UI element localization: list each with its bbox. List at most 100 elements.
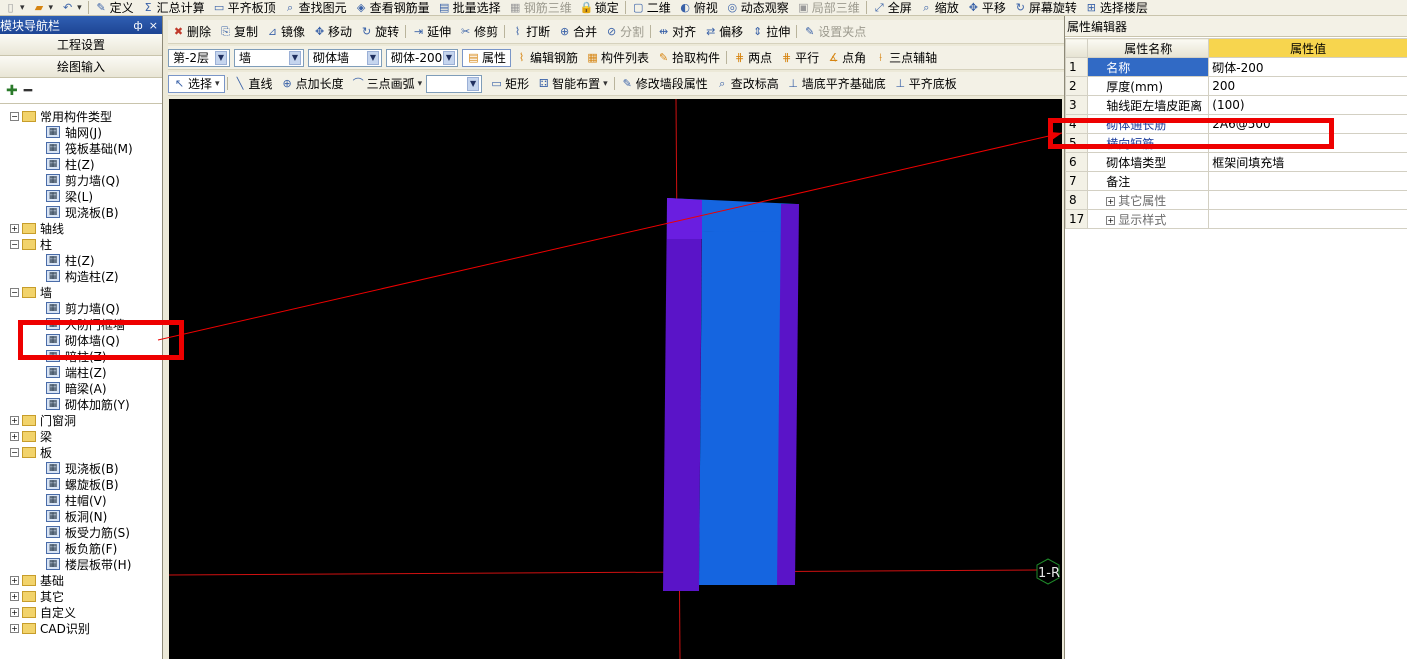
- expand-all-icon[interactable]: ✚: [6, 83, 18, 99]
- expand-icon[interactable]: +: [10, 431, 19, 441]
- shape-select[interactable]: ▼: [426, 74, 483, 93]
- tree-item[interactable]: ▦ 轴网(J): [0, 124, 162, 140]
- dropdown-arrow-icon[interactable]: ▾: [603, 79, 608, 89]
- draw-tool-7[interactable]: ⊥ 墙底平齐基础底: [783, 76, 890, 92]
- new-file-button[interactable]: ▯ ▾: [0, 0, 29, 15]
- edit-tool-5[interactable]: ⇥ 延伸: [408, 24, 455, 40]
- wall-front-face[interactable]: [699, 231, 781, 585]
- expand-icon[interactable]: +: [1106, 215, 1116, 225]
- toolbar-item-0[interactable]: ✎ 定义: [91, 0, 138, 15]
- property-value[interactable]: [1208, 190, 1407, 210]
- property-row[interactable]: 17 + 显示样式: [1064, 209, 1407, 229]
- component-tool-5[interactable]: ⋕ 平行: [776, 50, 823, 66]
- component-tool-6[interactable]: ∡ 点角: [823, 50, 870, 66]
- select-tool-button[interactable]: ↖ 选择 ▾: [168, 74, 225, 93]
- drawing-canvas[interactable]: 1-R: [169, 99, 1062, 659]
- tree-item[interactable]: ▦ 现浇板(B): [0, 460, 162, 476]
- tree-folder[interactable]: − 柱: [0, 236, 162, 252]
- tree-item[interactable]: ▦ 螺旋板(B): [0, 476, 162, 492]
- toolbar-item-9[interactable]: ◐ 俯视: [675, 0, 722, 15]
- undo-button[interactable]: ↶ ▾: [57, 0, 86, 15]
- property-row[interactable]: 2 厚度(mm) 200: [1064, 76, 1407, 96]
- property-value[interactable]: [1208, 171, 1407, 191]
- component-select[interactable]: 砌体-200 ▼: [386, 48, 458, 67]
- tree-folder[interactable]: + 门窗洞: [0, 412, 162, 428]
- draw-tool-5[interactable]: ✎ 修改墙段属性: [617, 76, 712, 92]
- edit-tool-6[interactable]: ✂ 修剪: [455, 24, 502, 40]
- expand-icon[interactable]: +: [10, 591, 19, 601]
- expand-icon[interactable]: +: [10, 415, 19, 425]
- tree-item[interactable]: ▦ 板负筋(F): [0, 540, 162, 556]
- property-value[interactable]: 200: [1208, 76, 1407, 96]
- tree-item[interactable]: ▦ 剪力墙(Q): [0, 300, 162, 316]
- tree-folder[interactable]: + 自定义: [0, 604, 162, 620]
- collapse-icon[interactable]: −: [10, 287, 19, 297]
- draw-tool-3[interactable]: ▭ 矩形: [486, 76, 533, 92]
- toolbar-item-13[interactable]: ⌕ 缩放: [916, 0, 963, 15]
- open-file-button[interactable]: ▰ ▾: [29, 0, 58, 15]
- draw-tool-6[interactable]: ⌕ 查改标高: [712, 76, 783, 92]
- component-tool-7[interactable]: ⟊ 三点辅轴: [870, 50, 941, 66]
- edit-tool-0[interactable]: ✖ 删除: [168, 24, 215, 40]
- draw-tool-8[interactable]: ⊥ 平齐底板: [890, 76, 961, 92]
- property-value[interactable]: [1208, 209, 1407, 229]
- expand-icon[interactable]: +: [10, 623, 19, 633]
- expand-icon[interactable]: +: [10, 607, 19, 617]
- draw-tool-2[interactable]: ⌒ 三点画弧 ▾: [348, 76, 427, 92]
- toolbar-item-12[interactable]: ⤢ 全屏: [869, 0, 916, 15]
- close-icon[interactable]: ×: [149, 19, 158, 32]
- property-row[interactable]: 1 名称 砌体-200: [1064, 57, 1407, 77]
- edit-tool-2[interactable]: ⊿ 镜像: [262, 24, 309, 40]
- pin-icon[interactable]: ф: [133, 19, 142, 32]
- draw-tool-1[interactable]: ⊕ 点加长度: [277, 76, 348, 92]
- draw-tool-0[interactable]: ╲ 直线: [230, 76, 277, 92]
- toolbar-item-1[interactable]: Σ 汇总计算: [138, 0, 209, 15]
- tree-item[interactable]: ▦ 构造柱(Z): [0, 268, 162, 284]
- toolbar-item-15[interactable]: ↻ 屏幕旋转: [1010, 0, 1081, 15]
- expand-icon[interactable]: +: [1106, 196, 1116, 206]
- toolbar-item-3[interactable]: ⌕ 查找图元: [280, 0, 351, 15]
- tree-item[interactable]: ▦ 楼层板带(H): [0, 556, 162, 572]
- tree-item[interactable]: ▦ 板洞(N): [0, 508, 162, 524]
- tree-folder[interactable]: − 板: [0, 444, 162, 460]
- tree-folder[interactable]: − 墙: [0, 284, 162, 300]
- collapse-icon[interactable]: −: [10, 111, 19, 121]
- tree-item[interactable]: ▦ 现浇板(B): [0, 204, 162, 220]
- property-value[interactable]: 砌体-200: [1208, 57, 1407, 77]
- tree-item[interactable]: ▦ 板受力筋(S): [0, 524, 162, 540]
- expand-icon[interactable]: +: [10, 223, 19, 233]
- tree-folder[interactable]: − 常用构件类型: [0, 108, 162, 124]
- toolbar-item-14[interactable]: ✥ 平移: [963, 0, 1010, 15]
- tree-folder[interactable]: + 轴线: [0, 220, 162, 236]
- tree-item[interactable]: ▦ 柱帽(V): [0, 492, 162, 508]
- expand-icon[interactable]: +: [10, 575, 19, 585]
- floor-select[interactable]: 第-2层 ▼: [168, 48, 230, 67]
- toolbar-item-10[interactable]: ◎ 动态观察: [722, 0, 793, 15]
- edit-tool-7[interactable]: ⌇ 打断: [507, 24, 554, 40]
- tree-item[interactable]: ▦ 柱(Z): [0, 156, 162, 172]
- toolbar-item-4[interactable]: ◈ 查看钢筋量: [351, 0, 434, 15]
- subtype-select[interactable]: 砌体墙 ▼: [308, 48, 382, 67]
- tree-folder[interactable]: + 梁: [0, 428, 162, 444]
- toolbar-item-2[interactable]: ▭ 平齐板顶: [209, 0, 280, 15]
- collapse-all-icon[interactable]: ━: [24, 83, 32, 99]
- component-tool-3[interactable]: ✎ 拾取构件: [653, 50, 724, 66]
- tree-item[interactable]: ▦ 端柱(Z): [0, 364, 162, 380]
- collapse-icon[interactable]: −: [10, 447, 19, 457]
- tree-item[interactable]: ▦ 筏板基础(M): [0, 140, 162, 156]
- toolbar-item-16[interactable]: ⊞ 选择楼层: [1081, 0, 1152, 15]
- tree-item[interactable]: ▦ 剪力墙(Q): [0, 172, 162, 188]
- edit-tool-1[interactable]: ⎘ 复制: [215, 24, 262, 40]
- edit-tool-11[interactable]: ⇄ 偏移: [700, 24, 747, 40]
- tree-item[interactable]: ▦ 暗梁(A): [0, 380, 162, 396]
- component-tool-1[interactable]: ⌇ 编辑钢筋: [511, 50, 582, 66]
- property-row[interactable]: 3 轴线距左墙皮距离 (100): [1064, 95, 1407, 115]
- project-settings-button[interactable]: 工程设置: [0, 34, 162, 56]
- toolbar-item-7[interactable]: 🔒 锁定: [576, 0, 623, 15]
- dropdown-arrow-icon[interactable]: ▾: [418, 79, 423, 89]
- collapse-icon[interactable]: −: [10, 239, 19, 249]
- draw-tool-4[interactable]: ⚃ 智能布置 ▾: [533, 76, 612, 92]
- component-tool-0[interactable]: ▤ 属性: [462, 48, 512, 67]
- property-value[interactable]: 框架间填充墙: [1208, 152, 1407, 172]
- wall-left-face[interactable]: [663, 198, 702, 591]
